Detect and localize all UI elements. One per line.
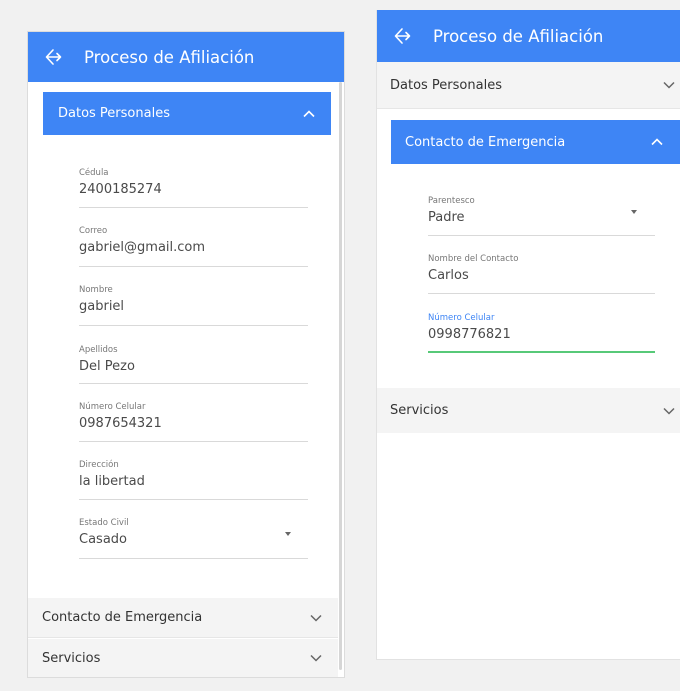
estado-civil-select[interactable]: Estado Civil Casado	[79, 518, 308, 559]
numero-celular-field[interactable]: Número Celular 0998776821	[428, 313, 655, 353]
field-label: Número Celular	[428, 313, 495, 323]
section-title: Servicios	[390, 403, 449, 418]
section-title: Datos Personales	[58, 106, 170, 121]
field-value: Padre	[428, 210, 465, 225]
section-header-servicios[interactable]: Servicios	[377, 388, 680, 433]
app-title: Proceso de Afiliación	[84, 47, 255, 67]
back-arrow-icon[interactable]	[393, 26, 413, 46]
field-value: Del Pezo	[79, 359, 135, 374]
field-label: Apellidos	[79, 345, 118, 355]
field-label: Dirección	[79, 460, 119, 470]
field-label: Cédula	[79, 168, 109, 178]
dropdown-caret-icon[interactable]	[631, 210, 637, 214]
section-header-contacto-emergencia[interactable]: Contacto de Emergencia	[28, 598, 338, 638]
field-label: Nombre	[79, 285, 113, 295]
section-header-datos-personales[interactable]: Datos Personales	[377, 62, 680, 109]
chevron-down-icon	[663, 81, 675, 89]
chevron-down-icon	[310, 654, 322, 662]
section-title: Servicios	[42, 650, 101, 666]
field-label: Nombre del Contacto	[428, 254, 519, 264]
section-header-datos-personales[interactable]: Datos Personales	[43, 92, 331, 135]
field-value: 2400185274	[79, 182, 162, 197]
field-value: Carlos	[428, 268, 469, 283]
app-bar: Proceso de Afiliación	[28, 32, 344, 82]
field-value: gabriel	[79, 299, 125, 314]
cedula-field[interactable]: Cédula 2400185274	[79, 168, 308, 208]
affiliation-panel-personal: Proceso de Afiliación Datos Personales C…	[27, 31, 345, 678]
numero-celular-field[interactable]: Número Celular 0987654321	[79, 402, 308, 442]
app-title: Proceso de Afiliación	[433, 26, 604, 46]
parentesco-select[interactable]: Parentesco Padre	[428, 196, 655, 236]
section-title: Contacto de Emergencia	[405, 134, 566, 150]
apellidos-field[interactable]: Apellidos Del Pezo	[79, 345, 308, 384]
section-title: Contacto de Emergencia	[42, 610, 203, 625]
field-value: la libertad	[79, 474, 145, 489]
scrollbar[interactable]	[339, 82, 342, 670]
field-label: Parentesco	[428, 196, 475, 206]
chevron-down-icon	[663, 407, 675, 415]
nombre-contacto-field[interactable]: Nombre del Contacto Carlos	[428, 254, 655, 294]
section-title: Datos Personales	[390, 77, 502, 93]
field-label: Número Celular	[79, 402, 146, 412]
chevron-up-icon	[303, 109, 315, 117]
field-value: 0998776821	[428, 327, 511, 342]
field-value: 0987654321	[79, 416, 162, 431]
field-label: Estado Civil	[79, 518, 129, 528]
dropdown-caret-icon[interactable]	[285, 532, 291, 536]
correo-field[interactable]: Correo gabriel@gmail.com	[79, 226, 308, 267]
nombre-field[interactable]: Nombre gabriel	[79, 285, 308, 326]
section-header-servicios[interactable]: Servicios	[28, 639, 338, 677]
chevron-up-icon	[651, 138, 663, 146]
app-bar: Proceso de Afiliación	[377, 10, 680, 62]
affiliation-panel-emergency: Proceso de Afiliación Datos Personales C…	[376, 10, 680, 660]
back-arrow-icon[interactable]	[44, 47, 64, 67]
field-label: Correo	[79, 226, 108, 236]
direccion-field[interactable]: Dirección la libertad	[79, 460, 308, 500]
field-value: Casado	[79, 532, 127, 547]
chevron-down-icon	[310, 614, 322, 622]
field-value: gabriel@gmail.com	[79, 240, 206, 255]
section-header-contacto-emergencia[interactable]: Contacto de Emergencia	[391, 120, 680, 164]
